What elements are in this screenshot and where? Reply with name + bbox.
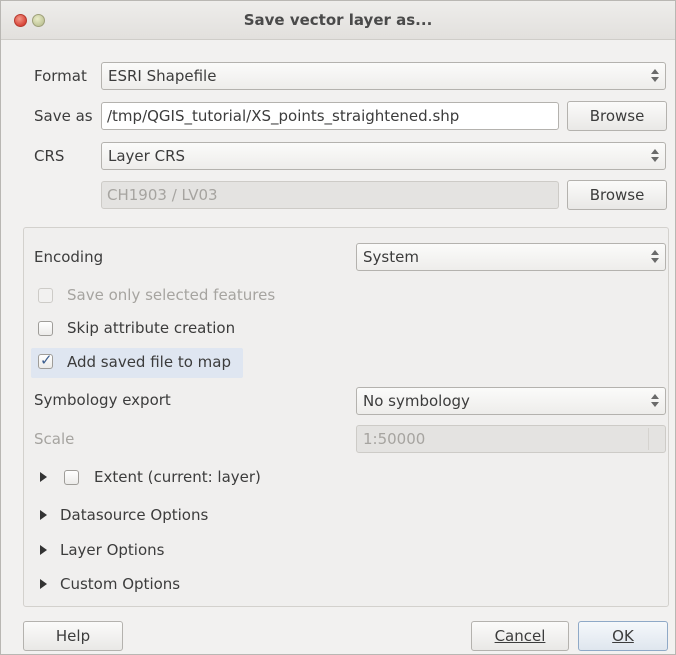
format-value: ESRI Shapefile [108,67,217,85]
symbology-select[interactable]: No symbology [356,387,666,415]
select-arrows-icon [651,248,659,266]
skip-attribute-label[interactable]: Skip attribute creation [67,319,235,337]
save-selected-checkbox [38,288,53,303]
crs-select[interactable]: Layer CRS [101,142,666,170]
format-label: Format [34,67,87,85]
custom-options-toggle[interactable]: Custom Options [60,575,180,593]
crs-label: CRS [34,147,65,165]
spin-arrows-icon [648,428,663,450]
expand-arrow-icon[interactable] [40,510,47,520]
select-arrows-icon [651,392,659,410]
layer-options-toggle[interactable]: Layer Options [60,541,164,559]
scale-label: Scale [34,430,75,448]
cancel-button[interactable]: Cancel [471,621,569,651]
skip-attribute-checkbox[interactable] [38,321,53,336]
add-to-map-checkbox[interactable]: ✓ [38,351,53,369]
save-as-label: Save as [34,107,93,125]
symbology-value: No symbology [363,392,470,410]
dialog-title: Save vector layer as... [243,11,433,29]
symbology-export-label: Symbology export [34,391,171,409]
title-bar: Save vector layer as... [1,1,675,40]
save-selected-label: Save only selected features [67,286,276,304]
scale-value: 1:50000 [363,430,426,448]
save-vector-layer-dialog: Save vector layer as... Format ESRI Shap… [0,0,676,655]
add-to-map-label[interactable]: Add saved file to map [67,353,231,371]
format-select[interactable]: ESRI Shapefile [101,62,666,90]
cancel-label: Cancel [494,627,546,645]
scale-spinbox: 1:50000 [356,425,666,453]
browse-file-button[interactable]: Browse [567,101,667,131]
save-as-path-input[interactable]: /tmp/QGIS_tutorial/XS_points_straightene… [101,102,559,130]
expand-arrow-icon[interactable] [40,545,47,555]
encoding-value: System [363,248,419,266]
extent-group-label[interactable]: Extent (current: layer) [94,468,261,486]
ok-button[interactable]: OK [578,621,668,651]
encoding-label: Encoding [34,248,104,266]
datasource-options-toggle[interactable]: Datasource Options [60,506,208,524]
expand-arrow-icon[interactable] [40,472,47,482]
extent-checkbox[interactable] [64,470,79,485]
encoding-select[interactable]: System [356,243,666,271]
ok-label: OK [612,627,634,645]
browse-crs-button[interactable]: Browse [567,180,667,210]
select-arrows-icon [651,67,659,85]
crs-name-field: CH1903 / LV03 [101,181,559,209]
help-button[interactable]: Help [23,621,123,651]
expand-arrow-icon[interactable] [40,579,47,589]
crs-value: Layer CRS [108,147,186,165]
select-arrows-icon [651,147,659,165]
checkmark-icon: ✓ [40,351,53,369]
